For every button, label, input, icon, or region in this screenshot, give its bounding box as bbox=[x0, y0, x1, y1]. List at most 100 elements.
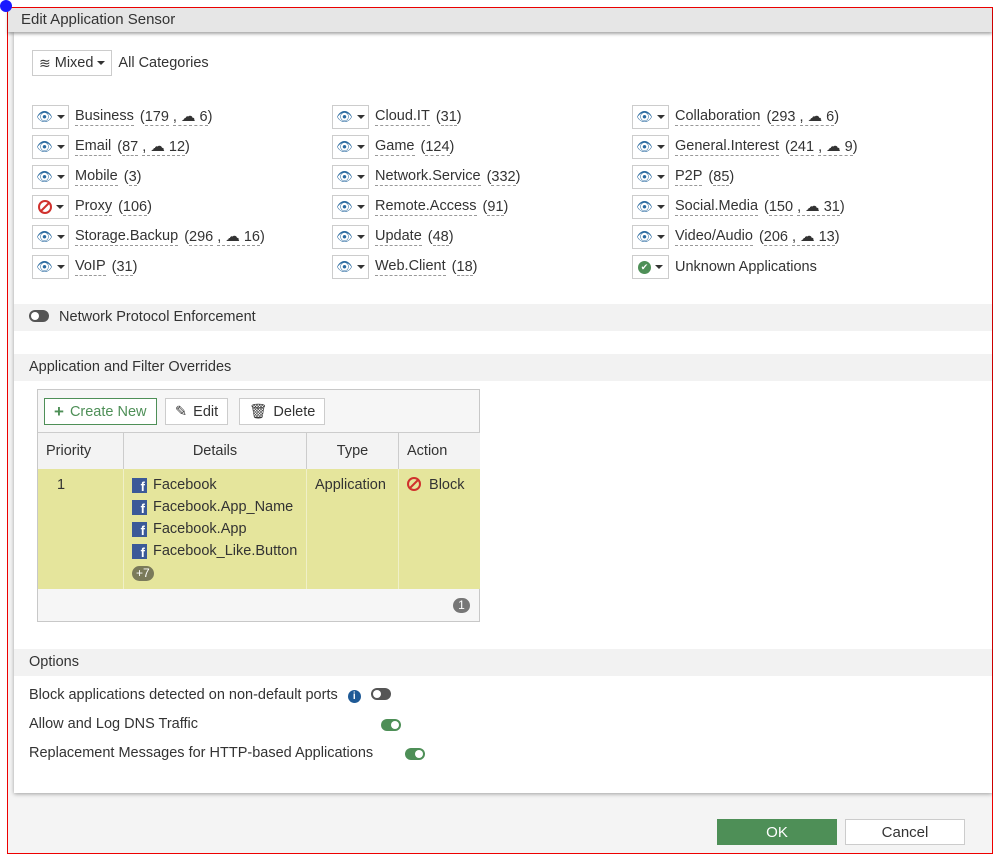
category-label[interactable]: Video/Audio bbox=[675, 228, 753, 246]
cloud-count[interactable]: , ☁ 6 bbox=[799, 108, 835, 126]
cloud-count[interactable]: , ☁ 9 bbox=[818, 138, 853, 156]
eye-icon: 👁 bbox=[36, 139, 53, 154]
count-value[interactable]: 91 bbox=[487, 198, 504, 216]
category-label[interactable]: Business bbox=[75, 108, 134, 126]
count-value[interactable]: 296 bbox=[189, 228, 214, 246]
edit-button[interactable]: ✎ Edit bbox=[165, 398, 229, 425]
column-header-action[interactable]: Action bbox=[399, 432, 480, 469]
category-label[interactable]: Unknown Applications bbox=[675, 259, 817, 276]
layers-icon: ≋ bbox=[39, 54, 51, 71]
category-item: 👁 Email (87 , ☁ 12) bbox=[32, 135, 190, 159]
category-action-dropdown[interactable]: 👁 bbox=[332, 165, 369, 189]
cloud-count[interactable]: , ☁ 13 bbox=[792, 228, 835, 246]
column-header-type[interactable]: Type bbox=[307, 432, 399, 469]
column-header-details[interactable]: Details bbox=[124, 432, 307, 469]
category-action-dropdown[interactable]: 👁 bbox=[32, 225, 69, 249]
cloud-count[interactable]: , ☁ 6 bbox=[172, 108, 208, 126]
category-label[interactable]: Game bbox=[375, 138, 415, 156]
category-action-dropdown[interactable]: 👁 bbox=[32, 255, 69, 279]
category-count: (293 , ☁ 6) bbox=[766, 108, 840, 126]
facebook-icon: f bbox=[132, 522, 147, 538]
count-value[interactable]: 206 bbox=[763, 228, 788, 246]
category-count: (3) bbox=[123, 168, 142, 186]
ok-button[interactable]: OK bbox=[717, 819, 837, 845]
column-header-priority[interactable]: Priority bbox=[38, 432, 124, 469]
replacement-messages-toggle[interactable] bbox=[405, 748, 426, 760]
category-action-dropdown[interactable]: 👁 bbox=[32, 165, 69, 189]
category-action-dropdown[interactable]: 👁 bbox=[632, 165, 669, 189]
count-value[interactable]: 31 bbox=[116, 258, 133, 276]
dialog-title: Edit Application Sensor bbox=[8, 8, 992, 32]
count-value[interactable]: 241 bbox=[789, 138, 815, 156]
category-label[interactable]: Update bbox=[375, 228, 422, 246]
category-action-dropdown[interactable]: 👁 bbox=[332, 135, 369, 159]
category-action-dropdown[interactable]: 👁 bbox=[632, 225, 669, 249]
cloud-count[interactable]: , ☁ 16 bbox=[217, 228, 260, 246]
category-action-dropdown[interactable]: 👁 bbox=[32, 135, 69, 159]
info-icon[interactable]: i bbox=[347, 690, 361, 703]
network-protocol-toggle[interactable] bbox=[29, 310, 49, 322]
dns-traffic-toggle[interactable] bbox=[381, 719, 401, 731]
category-label[interactable]: VoIP bbox=[75, 258, 106, 276]
category-label[interactable]: Remote.Access bbox=[375, 198, 477, 216]
count-value[interactable]: 87 bbox=[122, 138, 139, 156]
category-action-dropdown[interactable]: 👁 bbox=[332, 225, 369, 249]
category-label[interactable]: General.Interest bbox=[675, 138, 779, 156]
cloud-count[interactable]: , ☁ 12 bbox=[142, 138, 186, 156]
category-label[interactable]: Cloud.IT bbox=[375, 108, 430, 126]
count-value[interactable]: 293 bbox=[771, 108, 796, 126]
option-row: Replacement Messages for HTTP-based Appl… bbox=[29, 745, 373, 761]
category-action-dropdown[interactable]: 👁 bbox=[332, 105, 369, 129]
option-label: Allow and Log DNS Traffic bbox=[29, 716, 198, 732]
option-row: Allow and Log DNS Traffic bbox=[29, 716, 198, 732]
category-item: Proxy (106) bbox=[32, 195, 152, 219]
count-value[interactable]: 18 bbox=[456, 258, 473, 276]
detail-app: f Facebook bbox=[132, 477, 298, 499]
category-action-dropdown[interactable]: 👁 bbox=[632, 105, 669, 129]
category-label[interactable]: Storage.Backup bbox=[75, 228, 179, 246]
detail-app: f Facebook_Like.Button bbox=[132, 543, 298, 565]
option-label: Block applications detected on non-defau… bbox=[29, 687, 338, 703]
create-new-button[interactable]: + Create New bbox=[44, 398, 157, 425]
category-label[interactable]: P2P bbox=[675, 168, 703, 186]
cancel-button[interactable]: Cancel bbox=[845, 819, 965, 845]
count-value[interactable]: 85 bbox=[713, 168, 730, 186]
count-value[interactable]: 332 bbox=[491, 168, 516, 186]
category-label[interactable]: Web.Client bbox=[375, 258, 446, 276]
count-value[interactable]: 124 bbox=[425, 138, 450, 156]
all-categories-label: All Categories bbox=[118, 55, 209, 71]
category-action-dropdown[interactable] bbox=[32, 195, 69, 219]
chevron-down-icon bbox=[356, 235, 365, 239]
category-label[interactable]: Proxy bbox=[75, 198, 113, 216]
category-action-dropdown[interactable]: 👁 bbox=[32, 105, 69, 129]
more-apps-badge[interactable]: +7 bbox=[132, 566, 154, 581]
category-action-dropdown[interactable]: 👁 bbox=[632, 195, 669, 219]
category-action-dropdown[interactable]: 👁 bbox=[332, 255, 369, 279]
category-label[interactable]: Mobile bbox=[75, 168, 118, 186]
category-label[interactable]: Social.Media bbox=[675, 198, 759, 216]
count-value[interactable]: 150 bbox=[768, 198, 794, 216]
app-name: Facebook_Like.Button bbox=[153, 543, 298, 559]
category-action-dropdown[interactable]: 👁 bbox=[632, 135, 669, 159]
delete-button[interactable]: 🗑 Delete bbox=[239, 398, 326, 425]
count-value[interactable]: 106 bbox=[122, 198, 148, 216]
eye-icon: 👁 bbox=[636, 169, 653, 184]
count-value[interactable]: 31 bbox=[440, 108, 457, 126]
cloud-value: 6 bbox=[826, 108, 835, 125]
count-value[interactable]: 48 bbox=[432, 228, 449, 246]
count-value[interactable]: 3 bbox=[128, 168, 137, 186]
category-label[interactable]: Collaboration bbox=[675, 108, 761, 126]
category-label[interactable]: Email bbox=[75, 138, 112, 156]
category-mode-dropdown[interactable]: ≋ Mixed bbox=[32, 50, 113, 76]
block-non-default-ports-toggle[interactable] bbox=[370, 688, 391, 700]
facebook-icon: f bbox=[132, 500, 147, 516]
chevron-down-icon bbox=[56, 265, 65, 269]
cloud-count[interactable]: , ☁ 31 bbox=[797, 198, 840, 216]
category-action-dropdown[interactable]: ✔ bbox=[632, 255, 669, 279]
category-count: (85) bbox=[708, 168, 735, 186]
category-action-dropdown[interactable]: 👁 bbox=[332, 195, 369, 219]
eye-icon: 👁 bbox=[636, 139, 653, 154]
category-label[interactable]: Network.Service bbox=[375, 168, 481, 186]
category-item: 👁 Business (179 , ☁ 6) bbox=[32, 105, 212, 129]
count-value[interactable]: 179 bbox=[144, 108, 169, 126]
